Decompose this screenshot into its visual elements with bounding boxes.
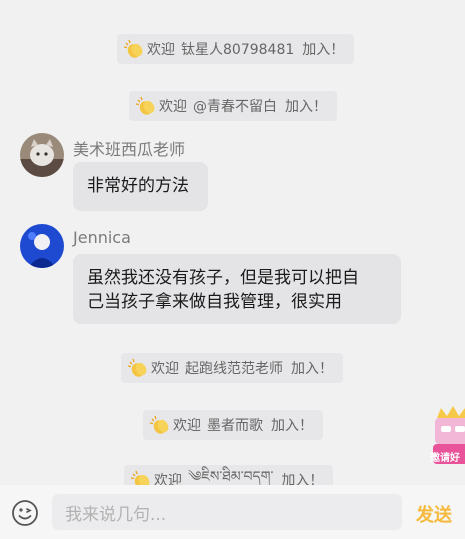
invite-floating-button[interactable]: 邀请好 — [427, 404, 465, 468]
user-name: 钛星人80798481 — [181, 42, 295, 58]
chat-area[interactable]: 欢迎 钛星人80798481 加入！ 欢迎 @青春不留白 加入！ 美术班西瓜老师… — [0, 0, 465, 485]
message-input[interactable]: 我来说几句... — [52, 494, 402, 530]
user-name: ༄ཇིས་ཐིམ་བདག་ — [188, 469, 274, 485]
message-username: 美术班西瓜老师 — [73, 140, 186, 159]
user-name: 墨者而歌 — [207, 418, 263, 434]
system-message: 欢迎 @青春不留白 加入！ — [129, 91, 337, 121]
message-bubble[interactable]: 虽然我还没有孩子，但是我可以把自 己当孩子拿来做自我管理，很实用 — [73, 254, 401, 324]
invite-label: 邀请好 — [430, 453, 460, 464]
welcome-text: 欢迎 — [159, 99, 187, 115]
clapping-hands-icon — [127, 358, 147, 377]
welcome-text: 欢迎 — [151, 361, 179, 377]
user-name: 起跑线范范老师 — [185, 361, 283, 377]
system-message: 欢迎 墨者而歌 加入！ — [143, 410, 323, 440]
join-text: 加入！ — [285, 99, 327, 115]
user-name: @青春不留白 — [193, 99, 277, 115]
message-text: 非常好的方法 — [87, 176, 189, 196]
avatar[interactable] — [20, 224, 64, 268]
clapping-hands-icon — [149, 415, 169, 434]
system-message: 欢迎 钛星人80798481 加入！ — [117, 34, 355, 64]
welcome-text: 欢迎 — [147, 42, 175, 58]
system-message: 欢迎 ༄ཇིས་ཐིམ་བདག་ 加入！ — [124, 465, 334, 485]
message-username: Jennica — [73, 228, 131, 247]
message-text-line: 己当孩子拿来做自我管理，很实用 — [87, 292, 342, 312]
clapping-hands-icon — [123, 39, 143, 58]
join-text: 加入！ — [302, 42, 345, 58]
message-text-line: 虽然我还没有孩子，但是我可以把自 — [87, 268, 359, 288]
send-button[interactable]: 发送 — [416, 501, 452, 527]
input-placeholder: 我来说几句... — [65, 504, 167, 525]
avatar[interactable] — [20, 133, 64, 177]
input-bar: 我来说几句... 发送 — [0, 485, 465, 539]
emoji-icon[interactable] — [11, 499, 39, 527]
message-bubble[interactable]: 非常好的方法 — [73, 162, 208, 211]
join-text: 加入！ — [271, 418, 313, 434]
welcome-text: 欢迎 — [173, 418, 201, 434]
join-text: 加入！ — [291, 361, 333, 377]
system-message: 欢迎 起跑线范范老师 加入！ — [121, 353, 343, 383]
clapping-hands-icon — [130, 470, 150, 485]
join-text: 加入！ — [281, 473, 324, 485]
clapping-hands-icon — [135, 96, 155, 115]
welcome-text: 欢迎 — [154, 473, 182, 485]
